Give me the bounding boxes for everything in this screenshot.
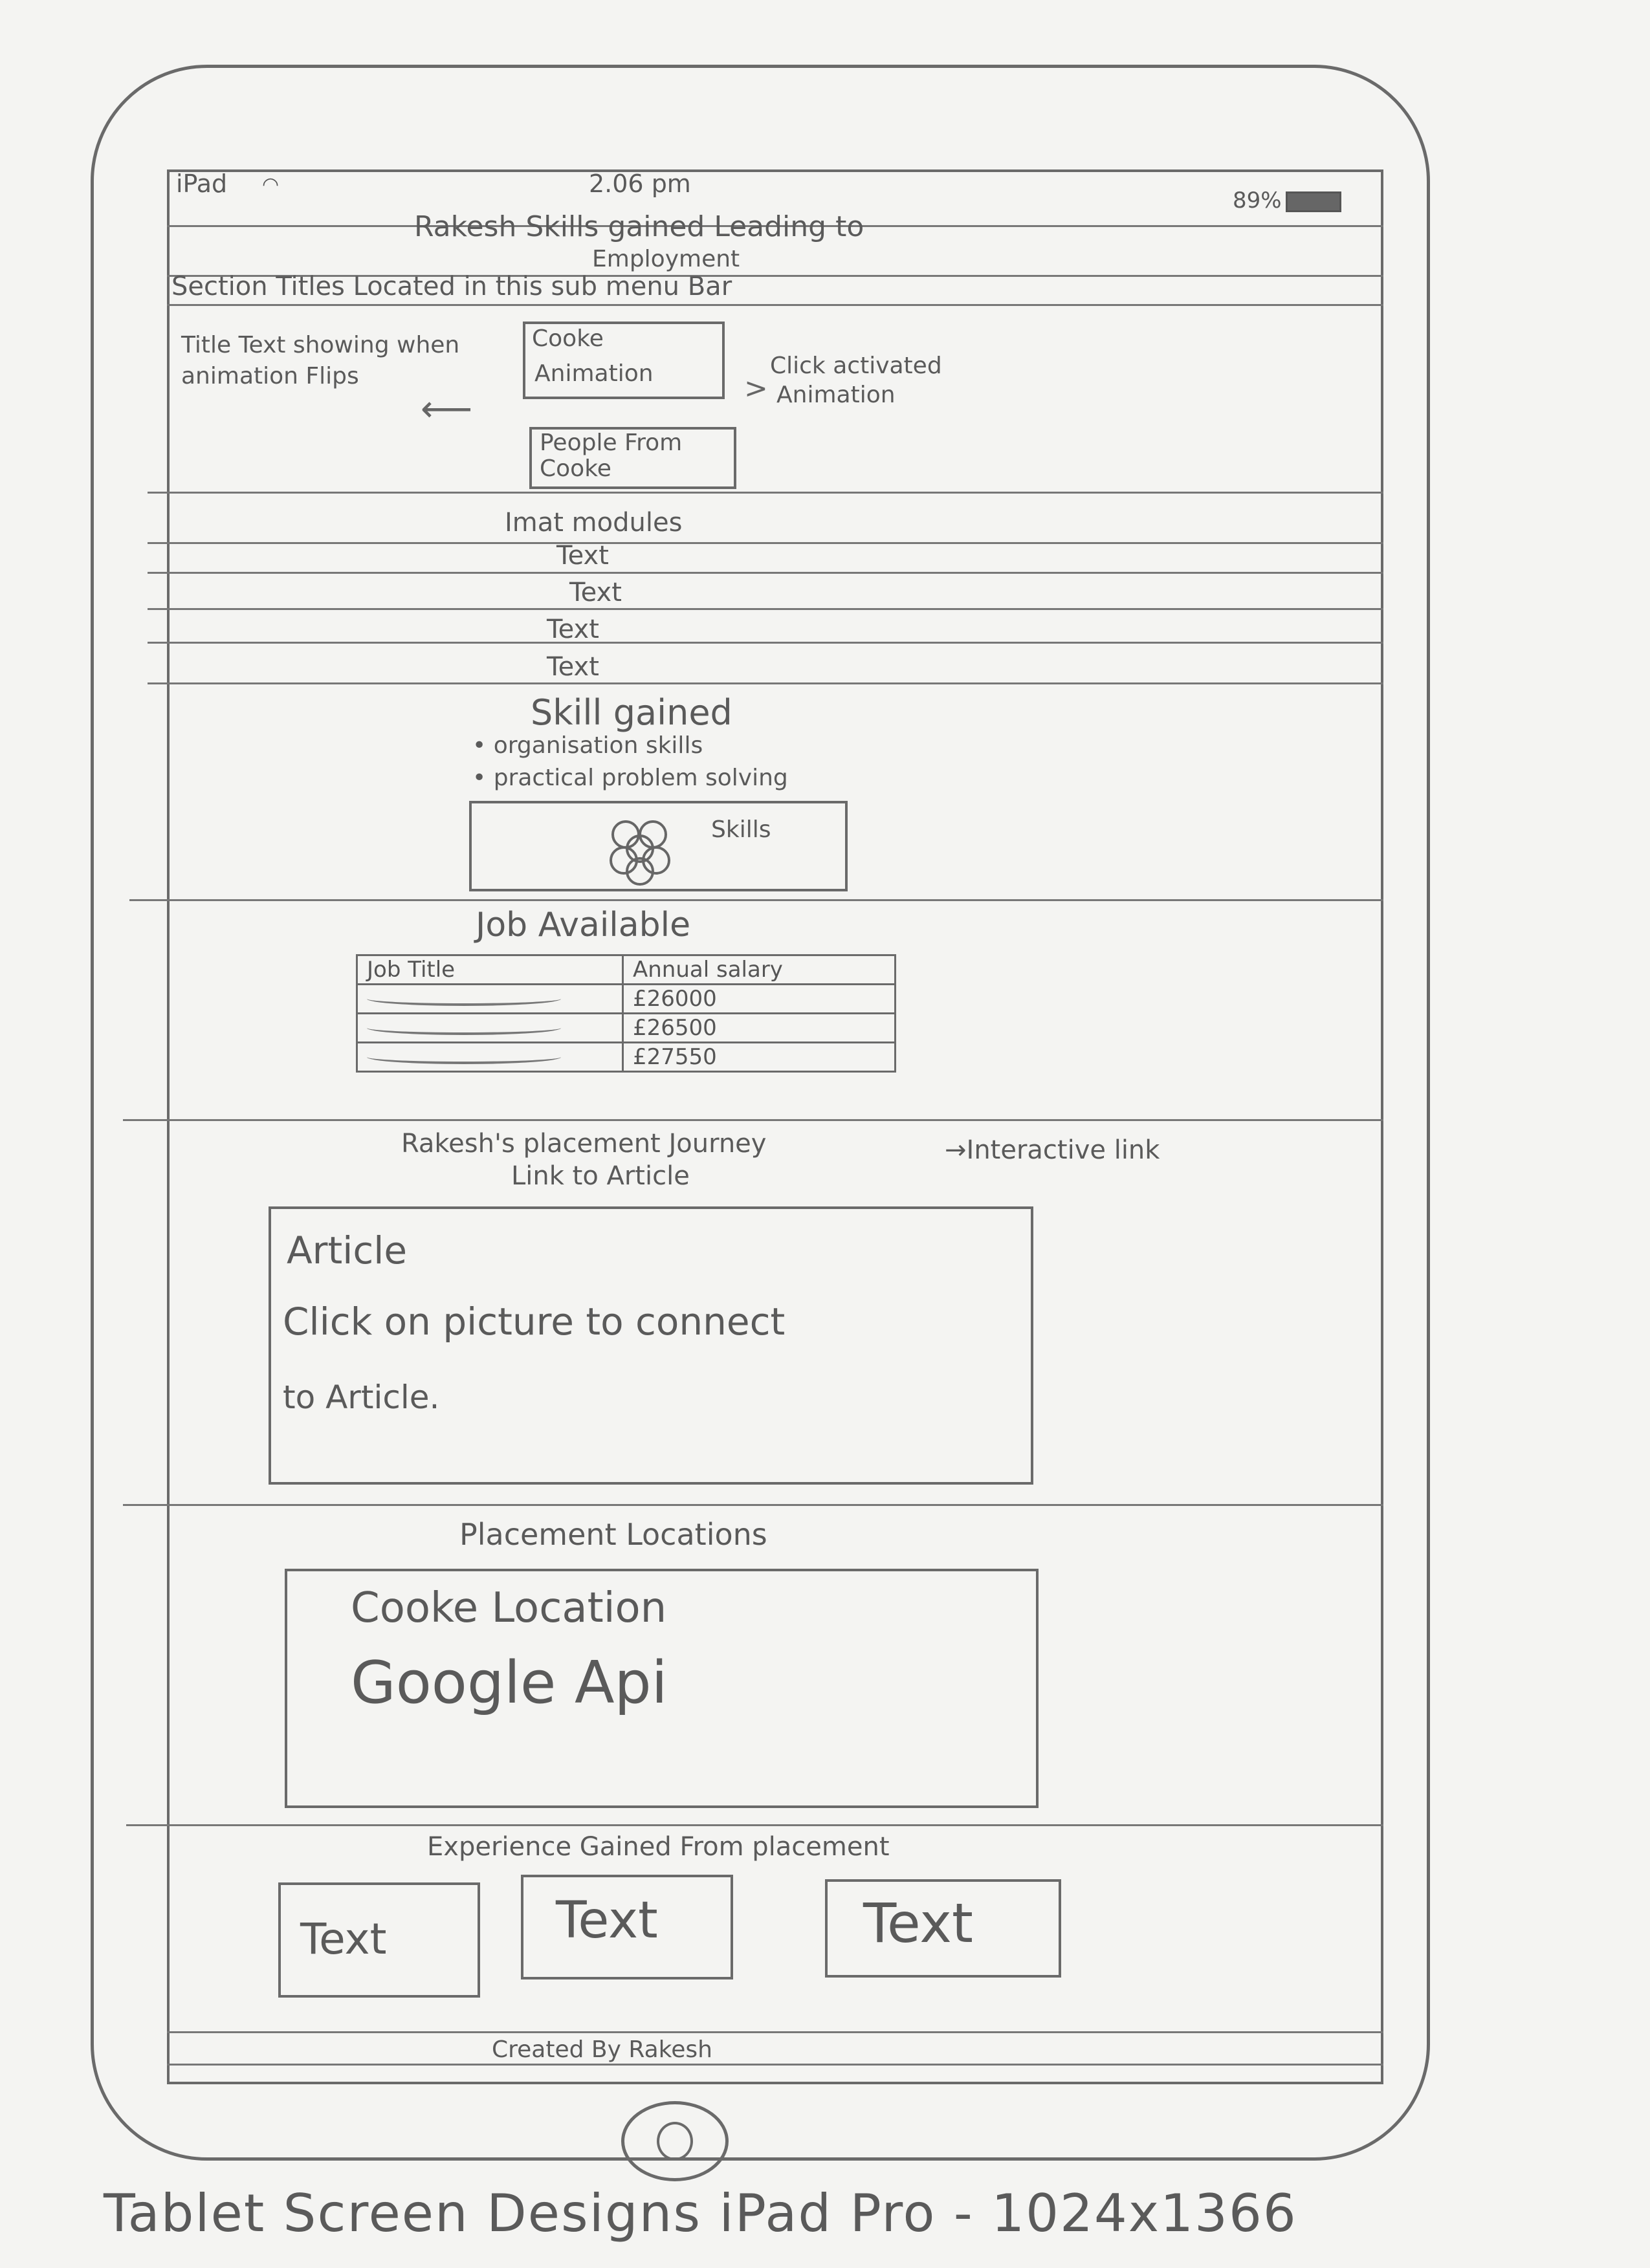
experience-card[interactable]: Text — [521, 1875, 733, 1979]
jobs-heading: Job Available — [476, 906, 691, 944]
placeholder-scribble — [367, 1021, 561, 1035]
experience-heading: Experience Gained From placement — [427, 1832, 890, 1862]
map-api-label: Google Api — [351, 1649, 668, 1717]
table-header-row: Job Title Annual salary — [356, 954, 896, 985]
click-note-line1: Click activated — [770, 353, 942, 379]
wifi-icon: ◠ — [262, 173, 280, 196]
page-title: Rakesh Skills gained Leading to — [414, 210, 864, 243]
interactive-link-note: →Interactive link — [945, 1135, 1160, 1165]
module-row: Text — [547, 615, 599, 644]
submenu-divider — [167, 304, 1383, 306]
module-row-divider — [148, 572, 1383, 574]
table-row[interactable]: £26500 — [356, 1012, 896, 1043]
placeholder-scribble — [367, 992, 561, 1006]
people-box-line2: Cooke — [540, 455, 611, 482]
article-text-line1: Click on picture to connect — [283, 1300, 786, 1344]
module-row: Text — [569, 578, 622, 607]
table-row[interactable]: £26000 — [356, 983, 896, 1014]
journey-subheading[interactable]: Link to Article — [511, 1161, 690, 1191]
module-row-divider — [148, 608, 1383, 610]
battery-percent: 89% — [1233, 188, 1282, 213]
experience-card-text: Text — [556, 1892, 658, 1950]
salary-cell: £27550 — [622, 1041, 896, 1073]
column-header-salary: Annual salary — [622, 954, 896, 985]
table-row[interactable]: £27550 — [356, 1041, 896, 1073]
experience-card[interactable]: Text — [825, 1879, 1061, 1978]
section-divider — [126, 1824, 1383, 1826]
map-location-label: Cooke Location — [351, 1584, 667, 1632]
status-time: 2.06 pm — [589, 169, 691, 198]
cooke-animation-box[interactable]: Cooke Animation — [523, 322, 725, 399]
module-row: Text — [547, 652, 599, 682]
interactive-link-note-text: Interactive link — [966, 1135, 1160, 1165]
journey-heading: Rakesh's placement Journey — [401, 1129, 767, 1159]
experience-card[interactable]: Text — [278, 1882, 480, 1998]
people-box-line1: People From — [540, 430, 683, 456]
skill-bullet-text: organisation skills — [493, 732, 703, 759]
skill-bullet-text: practical problem solving — [493, 765, 788, 791]
placeholder-scribble — [367, 1050, 561, 1064]
flower-icon — [610, 820, 670, 886]
experience-card-text: Text — [863, 1892, 973, 1955]
people-from-cooke-box[interactable]: People From Cooke — [529, 427, 736, 489]
module-row-divider — [148, 542, 1383, 544]
home-button-icon — [657, 2122, 693, 2161]
footer-credit: Created By Rakesh — [492, 2036, 712, 2063]
skill-bullet: • practical problem solving — [472, 765, 788, 791]
module-row-divider — [148, 642, 1383, 644]
salary-cell: £26500 — [622, 1012, 896, 1043]
location-heading: Placement Locations — [459, 1517, 767, 1552]
article-text-line2: to Article. — [283, 1379, 440, 1416]
article-title: Article — [287, 1228, 408, 1272]
job-title-scribble — [356, 1041, 624, 1073]
skill-bullet: • organisation skills — [472, 732, 703, 759]
click-note-line2: Animation — [776, 382, 896, 408]
battery-icon — [1285, 191, 1341, 212]
footer-divider — [167, 2031, 1383, 2033]
job-title-scribble — [356, 1012, 624, 1043]
section-divider — [129, 899, 1383, 901]
skills-widget[interactable]: Skills — [469, 801, 848, 891]
section-divider — [123, 1119, 1383, 1121]
map-widget[interactable]: Cooke Location Google Api — [285, 1569, 1039, 1808]
modules-heading: Imat modules — [505, 508, 683, 538]
column-header-job-title: Job Title — [356, 954, 624, 985]
page-title-line2: Employment — [592, 246, 740, 272]
experience-card-text: Text — [300, 1914, 387, 1964]
arrow-right-icon: > — [744, 372, 768, 405]
cooke-animation-line1: Cooke — [532, 325, 604, 352]
arrow-left-icon: ⟵ — [421, 388, 473, 430]
animation-note: Title Text showing when animation Flips — [181, 332, 460, 389]
section-divider — [148, 682, 1383, 684]
salary-cell: £26000 — [622, 983, 896, 1014]
skills-widget-label: Skills — [711, 816, 771, 843]
cooke-animation-line2: Animation — [534, 360, 654, 387]
sketch-caption: Tablet Screen Designs iPad Pro - 1024x13… — [104, 2183, 1297, 2243]
footer-divider — [167, 2064, 1383, 2066]
jobs-table: Job Title Annual salary £26000 £26500 £2… — [356, 954, 896, 1073]
article-card[interactable]: Article Click on picture to connect to A… — [269, 1206, 1033, 1485]
job-title-scribble — [356, 983, 624, 1014]
battery-status: 89% — [1233, 188, 1341, 213]
device-label: iPad — [176, 169, 228, 198]
section-divider — [123, 1504, 1383, 1506]
module-row: Text — [556, 541, 609, 571]
section-divider — [148, 492, 1383, 494]
skills-heading: Skill gained — [531, 692, 732, 733]
submenu-bar[interactable]: Section Titles Located in this sub menu … — [171, 272, 732, 301]
